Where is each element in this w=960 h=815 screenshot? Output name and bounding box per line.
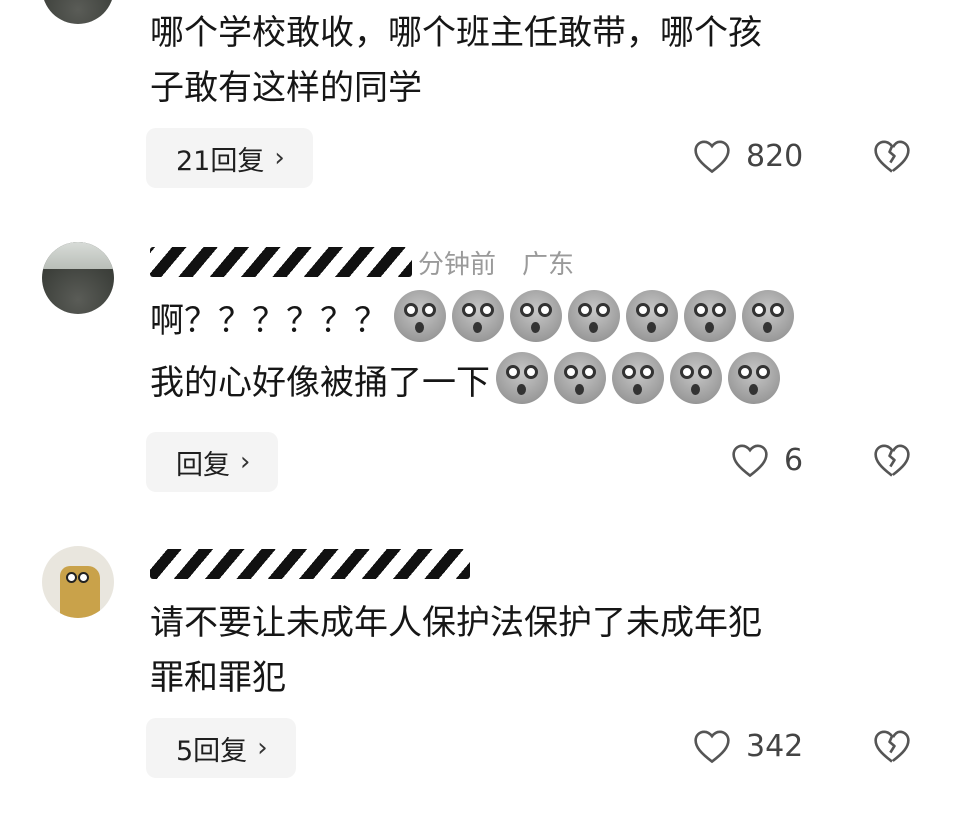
emoji-row-2 — [490, 352, 780, 404]
shocked-face-emoji — [510, 290, 562, 342]
chevron-right-icon: › — [257, 733, 268, 763]
reply-label: 21回复 — [176, 145, 265, 177]
emoji-mouth — [705, 322, 714, 333]
reply-button[interactable]: 21回复 › — [146, 128, 313, 188]
avatar[interactable] — [42, 546, 114, 618]
shocked-face-emoji — [554, 352, 606, 404]
shocked-face-emoji — [394, 290, 446, 342]
redacted-username — [150, 247, 412, 277]
comment-text-line: 罪和罪犯 — [150, 658, 286, 698]
broken-heart-icon — [874, 444, 910, 477]
like-button[interactable]: 820 — [692, 126, 803, 186]
shocked-face-emoji — [684, 290, 736, 342]
emoji-mouth — [517, 384, 526, 395]
shocked-face-emoji — [742, 290, 794, 342]
comment-text-segment: 我的心好像被捅了一下 — [150, 363, 490, 403]
reply-button[interactable]: 5回复 › — [146, 718, 296, 778]
emoji-mouth — [633, 384, 642, 395]
comment-time: 分钟前 — [418, 249, 497, 280]
broken-heart-icon — [874, 140, 910, 173]
heart-outline-icon — [694, 140, 730, 174]
comment-text-segment: 啊？？？？？？ — [150, 301, 388, 341]
emoji-mouth — [575, 384, 584, 395]
redacted-username — [150, 549, 470, 579]
comment-text-line: 啊？？？？？？ — [150, 290, 910, 352]
dislike-button[interactable] — [872, 716, 912, 776]
emoji-mouth — [473, 322, 482, 333]
emoji-mouth — [647, 322, 656, 333]
shocked-face-emoji — [728, 352, 780, 404]
chevron-right-icon: › — [240, 447, 251, 477]
broken-heart-icon — [874, 730, 910, 763]
comment-meta: 分钟前 广东 — [150, 242, 574, 282]
shocked-face-emoji — [496, 352, 548, 404]
comment-text-line: 请不要让未成年人保护法保护了未成年犯 — [150, 603, 762, 643]
shocked-face-emoji — [612, 352, 664, 404]
comment-text-line: 哪个学校敢收，哪个班主任敢带，哪个孩 — [150, 13, 762, 53]
like-count: 6 — [784, 442, 804, 478]
chevron-right-icon: › — [274, 143, 285, 173]
toy-eye — [66, 572, 77, 583]
dislike-button[interactable] — [872, 126, 912, 186]
comment-text-line: 子敢有这样的同学 — [150, 68, 422, 108]
reply-label: 回复 — [176, 449, 230, 481]
avatar[interactable] — [42, 242, 114, 314]
comment-text: 啊？？？？？？ 我的心好像被捅了一下 — [150, 290, 910, 414]
like-count: 820 — [746, 138, 804, 174]
emoji-mouth — [691, 384, 700, 395]
heart-outline-icon — [694, 730, 730, 764]
reply-button[interactable]: 回复 › — [146, 432, 279, 492]
like-count: 342 — [746, 728, 804, 764]
comment-text: 哪个学校敢收，哪个班主任敢带，哪个孩 子敢有这样的同学 — [150, 6, 910, 116]
shocked-face-emoji — [670, 352, 722, 404]
emoji-row-1 — [388, 290, 794, 342]
emoji-mouth — [415, 322, 424, 333]
shocked-face-emoji — [568, 290, 620, 342]
shocked-face-emoji — [626, 290, 678, 342]
comment-text: 请不要让未成年人保护法保护了未成年犯 罪和罪犯 — [150, 596, 910, 706]
like-button[interactable]: 6 — [730, 430, 803, 490]
avatar[interactable] — [42, 0, 114, 24]
like-button[interactable]: 342 — [692, 716, 803, 776]
emoji-mouth — [763, 322, 772, 333]
toy-eye — [78, 572, 89, 583]
comment-meta — [150, 544, 476, 584]
heart-outline-icon — [732, 444, 768, 478]
shocked-face-emoji — [452, 290, 504, 342]
comment-text-line: 我的心好像被捅了一下 — [150, 352, 910, 414]
dislike-button[interactable] — [872, 430, 912, 490]
reply-label: 5回复 — [176, 735, 248, 767]
comment-location: 广东 — [522, 249, 575, 280]
emoji-mouth — [749, 384, 758, 395]
emoji-mouth — [531, 322, 540, 333]
emoji-mouth — [589, 322, 598, 333]
